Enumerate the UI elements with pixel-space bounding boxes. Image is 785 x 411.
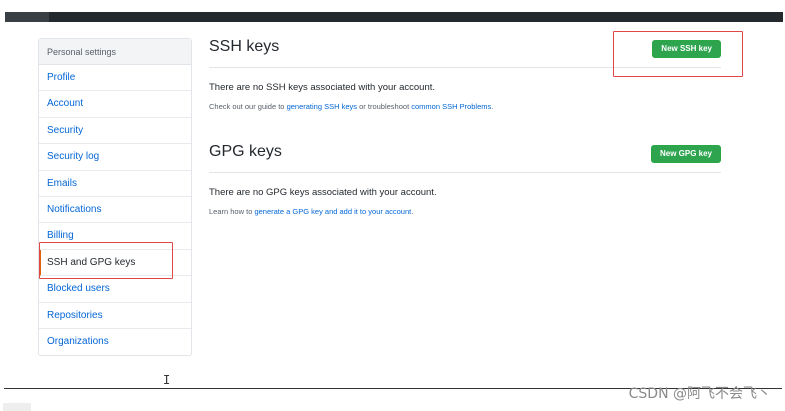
settings-sidebar: Personal settings Profile Account Securi… (38, 38, 192, 357)
sidebar-item-emails[interactable]: Emails (39, 171, 191, 197)
gpg-keys-header: GPG keys New GPG key (209, 143, 721, 173)
sidebar-item-blocked-users[interactable]: Blocked users (39, 276, 191, 303)
generate-gpg-key-link[interactable]: generate a GPG key and add it to your ac… (254, 207, 411, 216)
ssh-guide-middle: or troubleshoot (357, 102, 412, 111)
ssh-keys-header: SSH keys New SSH key (209, 38, 721, 68)
sidebar-item-security-log[interactable]: Security log (39, 144, 191, 171)
ssh-guide-prefix: Check out our guide to (209, 102, 287, 111)
ssh-keys-title: SSH keys (209, 38, 280, 55)
gpg-learn-text: Learn how to generate a GPG key and add … (209, 207, 721, 216)
common-ssh-problems-link[interactable]: common SSH Problems (411, 102, 491, 111)
sidebar-item-repositories[interactable]: Repositories (39, 303, 191, 329)
sidebar-item-notifications[interactable]: Notifications (39, 197, 191, 224)
sidebar-item-organizations[interactable]: Organizations (39, 329, 191, 355)
gpg-learn-prefix: Learn how to (209, 207, 255, 216)
generating-ssh-keys-link[interactable]: generating SSH keys (287, 102, 357, 111)
sidebar-item-security[interactable]: Security (39, 118, 191, 145)
sidebar-item-profile[interactable]: Profile (39, 65, 191, 92)
text-cursor-icon: I (163, 373, 171, 387)
new-gpg-key-button[interactable]: New GPG key (650, 145, 721, 163)
sidebar-item-billing[interactable]: Billing (39, 223, 191, 250)
gpg-keys-title: GPG keys (209, 143, 282, 160)
header-tab (5, 12, 49, 22)
ssh-keys-section: SSH keys New SSH key There are no SSH ke… (209, 38, 721, 111)
gpg-learn-suffix: . (411, 207, 414, 216)
ssh-empty-message: There are no SSH keys associated with yo… (209, 82, 436, 93)
header-bar (5, 12, 783, 22)
top-bar (0, 0, 785, 24)
watermark: CSDN @阿飞不会飞丶 (628, 386, 771, 402)
ssh-guide-text: Check out our guide to generating SSH ke… (209, 102, 721, 111)
sidebar-header: Personal settings (39, 39, 191, 65)
new-ssh-key-button[interactable]: New SSH key (652, 40, 721, 58)
sidebar-item-ssh-gpg-keys[interactable]: SSH and GPG keys (39, 249, 191, 277)
ssh-guide-suffix: . (491, 102, 494, 111)
gpg-empty-message: There are no GPG keys associated with yo… (209, 187, 437, 198)
sidebar-item-account[interactable]: Account (39, 91, 191, 118)
corner-fragment (3, 403, 31, 411)
gpg-keys-section: GPG keys New GPG key There are no GPG ke… (209, 143, 721, 216)
